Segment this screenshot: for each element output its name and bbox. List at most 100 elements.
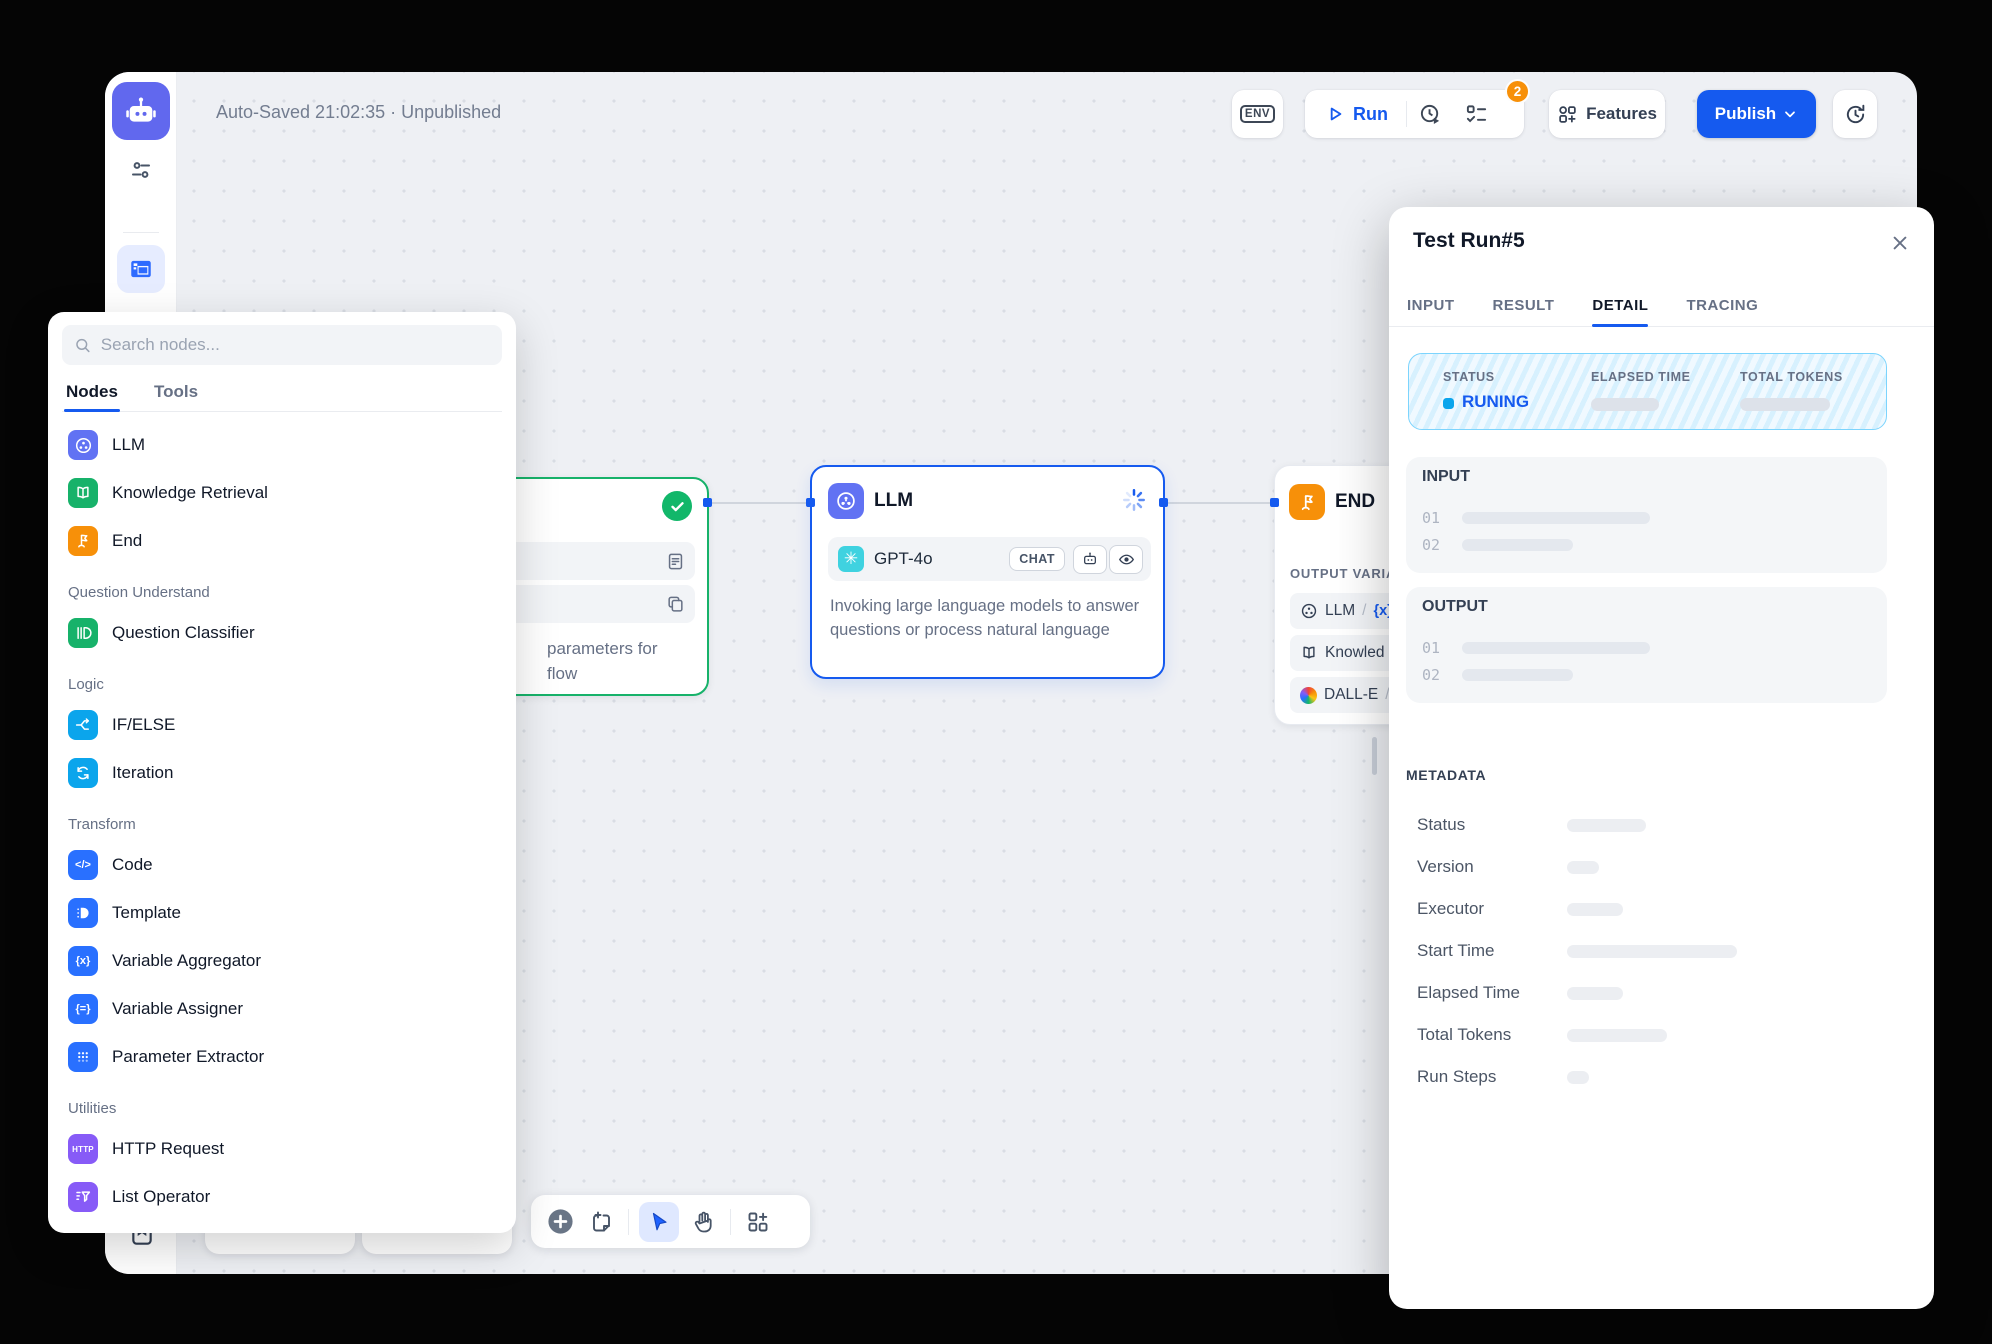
- search-icon: [74, 336, 92, 355]
- tab-tracing[interactable]: TRACING: [1686, 285, 1758, 326]
- add-node-button[interactable]: [543, 1205, 577, 1239]
- publish-button[interactable]: Publish: [1697, 90, 1816, 138]
- run-button[interactable]: Run: [1305, 104, 1406, 125]
- tab-nodes[interactable]: Nodes: [66, 373, 118, 411]
- tab-tools[interactable]: Tools: [154, 373, 198, 411]
- eye-icon: [1118, 551, 1135, 568]
- app-logo[interactable]: [112, 82, 170, 140]
- node-item-label: Knowledge Retrieval: [112, 483, 268, 503]
- metadata-title: METADATA: [1406, 767, 1486, 783]
- node-item-label: End: [112, 531, 142, 551]
- clock-play-icon: [1419, 103, 1442, 126]
- node-item-list-operator[interactable]: List Operator: [62, 1173, 502, 1221]
- robot-logo-icon: [124, 94, 158, 128]
- node-item-knowledge-retrieval[interactable]: Knowledge Retrieval: [62, 469, 502, 517]
- node-item-variable-assigner[interactable]: {=} Variable Assigner: [62, 985, 502, 1033]
- features-label: Features: [1586, 104, 1657, 124]
- output-card-title: OUTPUT: [1422, 598, 1488, 616]
- test-run-tabs: INPUT RESULT DETAIL TRACING: [1389, 285, 1934, 327]
- end-icon: [68, 526, 98, 556]
- metadata-label: Run Steps: [1417, 1067, 1496, 1087]
- node-search-box[interactable]: [62, 325, 502, 365]
- output-skeleton: [1462, 642, 1650, 654]
- llm-node[interactable]: LLM ✳ GPT-4o CHAT Invoking large languag…: [810, 465, 1165, 679]
- checklist-button[interactable]: [1453, 103, 1499, 126]
- row-number: 01: [1422, 509, 1440, 527]
- hand-icon: [691, 1210, 715, 1234]
- node-item-template[interactable]: Template: [62, 889, 502, 937]
- knowledge-icon: [1300, 644, 1318, 662]
- node-item-label: Variable Aggregator: [112, 951, 261, 971]
- organize-nodes-button[interactable]: [741, 1205, 775, 1239]
- robot-badge[interactable]: [1073, 545, 1107, 574]
- checklist-count-badge: 2: [1505, 79, 1530, 104]
- chevron-down-icon: [1782, 106, 1798, 122]
- node-item-label: LLM: [112, 435, 145, 455]
- variable-source: DALL-E: [1324, 686, 1378, 704]
- node-panel-tabs: Nodes Tools: [62, 373, 502, 412]
- workflow-panel-button[interactable]: [117, 245, 165, 293]
- close-button[interactable]: [1886, 229, 1914, 257]
- version-history-button[interactable]: [1833, 90, 1877, 138]
- metadata-skeleton: [1567, 1029, 1667, 1042]
- code-icon: </>: [68, 850, 98, 880]
- node-item-code[interactable]: </> Code: [62, 841, 502, 889]
- input-skeleton: [1462, 539, 1573, 551]
- variable-aggregator-icon: {x}: [68, 946, 98, 976]
- pointer-tool-button[interactable]: [639, 1202, 679, 1242]
- run-history-button[interactable]: [1407, 103, 1453, 126]
- node-item-question-classifier[interactable]: Question Classifier: [62, 609, 502, 657]
- run-button-label: Run: [1353, 104, 1388, 125]
- search-input[interactable]: [101, 335, 490, 355]
- env-button[interactable]: ENV: [1232, 90, 1283, 138]
- node-section-question-understand: Question Understand: [62, 565, 502, 609]
- node-section-transform: Transform: [62, 797, 502, 841]
- output-skeleton: [1462, 669, 1573, 681]
- metadata-skeleton: [1567, 987, 1623, 1000]
- http-request-icon: HTTP: [68, 1134, 98, 1164]
- node-item-label: Code: [112, 855, 153, 875]
- connector-dot[interactable]: [703, 498, 712, 507]
- metadata-label: Version: [1417, 857, 1474, 877]
- metadata-skeleton: [1567, 861, 1599, 874]
- metadata-skeleton: [1567, 903, 1623, 916]
- hand-tool-button[interactable]: [686, 1205, 720, 1239]
- connector-dot[interactable]: [1159, 498, 1168, 507]
- llm-node-title: LLM: [874, 490, 913, 512]
- node-item-label: Iteration: [112, 763, 173, 783]
- test-run-panel: Test Run#5 INPUT RESULT DETAIL TRACING S…: [1389, 207, 1934, 1309]
- node-item-http-request[interactable]: HTTP HTTP Request: [62, 1125, 502, 1173]
- features-button[interactable]: Features: [1549, 90, 1665, 138]
- tab-input[interactable]: INPUT: [1407, 285, 1455, 326]
- metadata-skeleton: [1567, 1071, 1589, 1084]
- node-item-llm[interactable]: LLM: [62, 421, 502, 469]
- vision-badge[interactable]: [1109, 545, 1143, 574]
- model-selector[interactable]: ✳ GPT-4o CHAT: [828, 537, 1151, 581]
- preferences-button[interactable]: [129, 158, 153, 182]
- test-run-title: Test Run#5: [1413, 229, 1525, 253]
- openai-icon: ✳: [838, 546, 864, 572]
- canvas-scrollbar[interactable]: [1372, 737, 1377, 775]
- connector-dot[interactable]: [806, 498, 815, 507]
- history-restore-icon: [1844, 103, 1867, 126]
- node-item-iteration[interactable]: Iteration: [62, 749, 502, 797]
- question-classifier-icon: [68, 618, 98, 648]
- cursor-icon: [647, 1210, 671, 1234]
- status-label: STATUS: [1443, 370, 1495, 384]
- organize-layout-icon: [746, 1210, 770, 1234]
- run-toolbar: Run 2: [1305, 90, 1524, 138]
- input-skeleton: [1462, 512, 1650, 524]
- connector-dot[interactable]: [1270, 498, 1279, 507]
- metadata-label: Status: [1417, 815, 1465, 835]
- add-note-button[interactable]: [584, 1205, 618, 1239]
- tab-result[interactable]: RESULT: [1493, 285, 1555, 326]
- node-item-if-else[interactable]: IF/ELSE: [62, 701, 502, 749]
- edge-start-llm: [709, 502, 810, 504]
- node-item-parameter-extractor[interactable]: Parameter Extractor: [62, 1033, 502, 1081]
- tokens-skeleton: [1740, 398, 1830, 411]
- node-item-end[interactable]: End: [62, 517, 502, 565]
- tab-detail[interactable]: DETAIL: [1592, 285, 1648, 326]
- node-item-variable-aggregator[interactable]: {x} Variable Aggregator: [62, 937, 502, 985]
- end-node-title: END: [1335, 491, 1375, 513]
- parameter-extractor-icon: [68, 1042, 98, 1072]
